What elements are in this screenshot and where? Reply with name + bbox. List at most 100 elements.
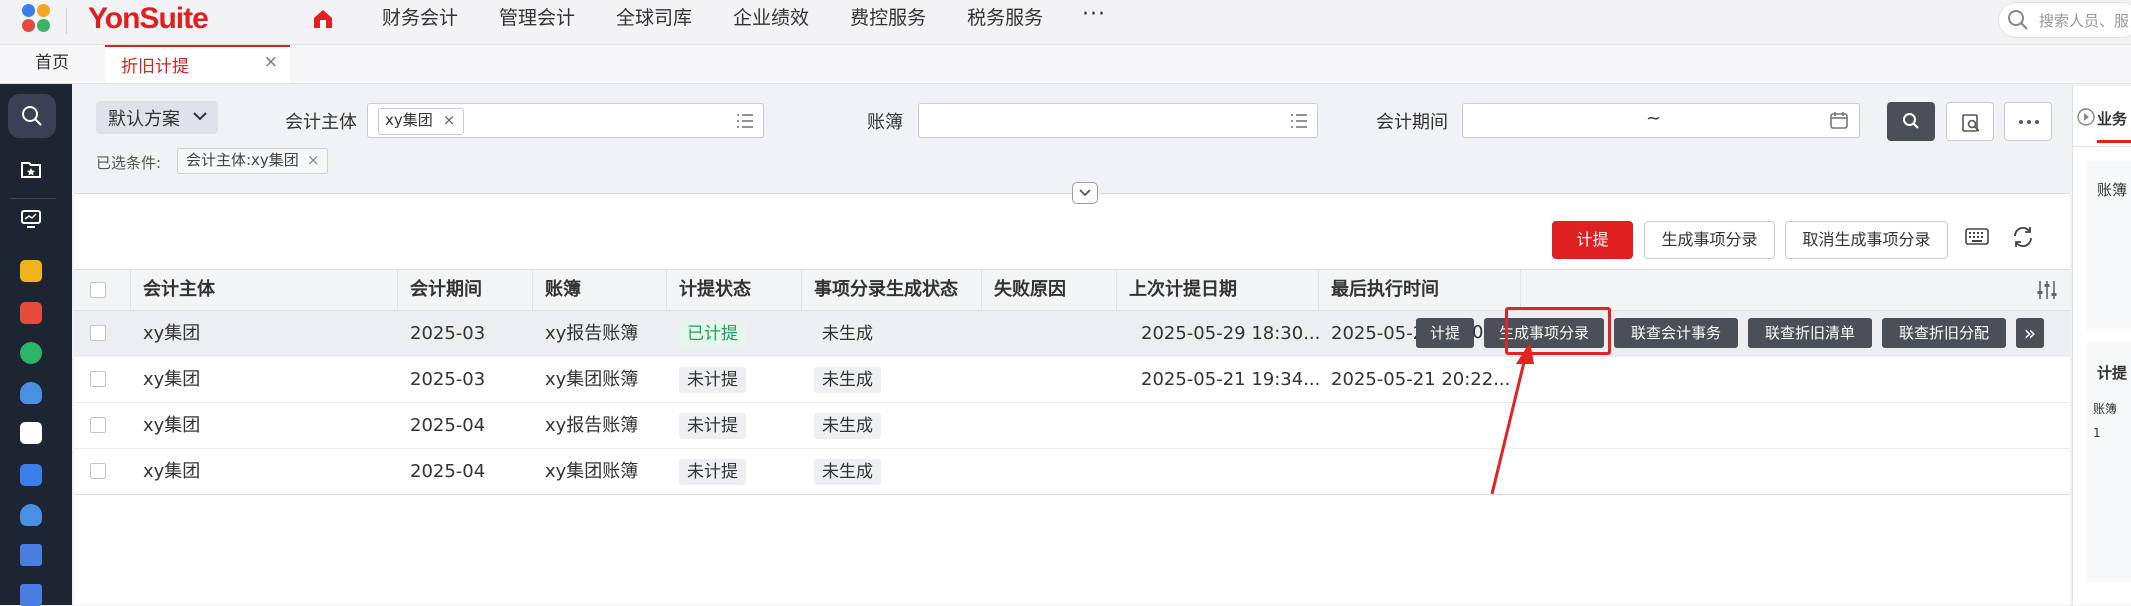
left-rail [0,84,72,606]
app-icon-yellow[interactable] [20,260,42,282]
cell-last-accrual-date: 2025-05-21 19:34... [1141,369,1321,390]
period-range-field[interactable]: ~ [1462,103,1860,138]
rail-divider [10,198,56,199]
home-icon[interactable] [312,8,334,30]
divider [66,8,67,34]
app-grid-icon[interactable] [22,4,52,34]
cell-period: 2025-04 [410,415,486,436]
table-row[interactable]: xy集团 2025-04 xy报告账簿 未计提 未生成 [74,403,2070,449]
refresh-icon[interactable] [2011,226,2035,248]
app-icon-blue[interactable] [20,464,42,486]
app-icon-calendar[interactable] [20,422,42,444]
cell-book: xy集团账簿 [545,461,639,482]
row-query-accounting-button[interactable]: 联查会计事务 [1614,318,1738,348]
collapse-panel-icon[interactable] [2077,108,2095,126]
monitor-icon[interactable] [20,208,42,230]
nav-item-performance[interactable]: 企业绩效 [733,0,809,44]
close-icon[interactable]: × [264,52,278,72]
close-icon[interactable]: × [307,151,320,169]
nav-item-expense[interactable]: 费控服务 [850,0,926,44]
document-icon[interactable] [20,544,42,566]
selected-conditions-label: 已选条件: [96,154,162,172]
right-panel-title: 业务 [2097,110,2128,128]
panel-section: 账簿 [2087,161,2131,331]
more-options-button[interactable] [2004,102,2052,141]
cancel-generate-entry-button[interactable]: 取消生成事项分录 [1785,221,1948,259]
selected-condition-chip: 会计主体:xy集团 × [177,148,329,174]
col-last-exec-time[interactable]: 最后执行时间 [1319,270,1521,310]
col-entry-status[interactable]: 事项分录生成状态 [802,270,982,310]
cell-book: xy报告账簿 [545,415,639,436]
nav-item-management-accounting[interactable]: 管理会计 [499,0,575,44]
book-field[interactable] [918,103,1318,138]
col-book[interactable]: 账簿 [533,270,667,310]
nav-item-tax[interactable]: 税务服务 [967,0,1043,44]
accrue-button[interactable]: 计提 [1552,221,1633,259]
row-checkbox[interactable] [90,371,106,387]
col-period[interactable]: 会计期间 [398,270,533,310]
row-checkbox[interactable] [90,417,106,433]
collapse-filter-button[interactable] [1072,182,1098,204]
cell-accrual-status: 未计提 [667,449,746,495]
keyboard-icon[interactable] [1965,226,1989,246]
cell-entry-status: 未生成 [802,403,881,449]
scheme-dropdown[interactable]: 默认方案 [96,101,218,134]
tab-label: 折旧计提 [121,57,189,77]
list-icon[interactable] [736,113,754,129]
col-failure-reason[interactable]: 失败原因 [982,270,1117,310]
col-accrual-status[interactable]: 计提状态 [667,270,802,310]
search-button[interactable] [1887,102,1935,141]
filter-settings-button[interactable] [1946,102,1994,141]
panel-label: 计提 [2097,364,2128,382]
nav-item-financial-accounting[interactable]: 财务会计 [382,0,458,44]
selected-condition-text: 会计主体:xy集团 [186,151,299,169]
app-icon-red[interactable] [20,302,42,324]
nav-item-global-treasury[interactable]: 全球司库 [616,0,692,44]
column-settings-icon[interactable] [2036,280,2058,300]
top-nav: 财务会计 管理会计 全球司库 企业绩效 费控服务 税务服务 [382,0,1084,44]
app-icon-green[interactable] [20,342,42,364]
status-badge: 未生成 [814,321,881,347]
row-actions-more-button[interactable]: » [2016,318,2044,348]
search-icon [2008,10,2028,30]
period-label: 会计期间 [1376,112,1448,133]
brand-logo: YonSuite [88,2,209,35]
rail-search-button[interactable] [8,94,56,138]
cloud-icon[interactable] [20,504,42,526]
tab-home[interactable]: 首页 [0,45,104,83]
table-row[interactable]: xy集团 2025-04 xy集团账簿 未计提 未生成 [74,449,2070,495]
col-entity[interactable]: 会计主体 [131,270,398,310]
cloud-icon[interactable] [20,382,42,404]
entity-chip: xy集团 × [378,108,465,135]
tab-depreciation[interactable]: 折旧计提 × [105,45,290,83]
generate-entry-button[interactable]: 生成事项分录 [1644,221,1775,259]
panel-label: 1 [2093,426,2101,440]
row-checkbox[interactable] [90,325,106,341]
row-query-depreciation-allocation-button[interactable]: 联查折旧分配 [1882,318,2006,348]
row-query-depreciation-list-button[interactable]: 联查折旧清单 [1748,318,1872,348]
close-icon[interactable]: × [443,111,456,129]
table-row[interactable]: xy集团 2025-03 xy集团账簿 未计提 未生成 2025-05-21 1… [74,357,2070,403]
cell-entry-status: 未生成 [802,449,881,495]
search-icon [22,106,42,126]
report-icon[interactable] [20,584,42,606]
entity-field[interactable]: xy集团 × [367,103,764,138]
search-settings-icon [1962,114,1980,132]
cell-period: 2025-03 [410,323,486,344]
row-checkbox[interactable] [90,463,106,479]
status-badge: 未计提 [679,413,746,439]
favorites-folder-icon[interactable] [20,158,42,180]
more-menu-button[interactable]: ··· [1082,2,1106,27]
status-badge: 已计提 [679,321,746,347]
col-last-accrual-date[interactable]: 上次计提日期 [1117,270,1319,310]
calendar-icon[interactable] [1829,110,1849,130]
ellipsis-icon [2019,120,2039,124]
table-row[interactable]: xy集团 2025-03 xy报告账簿 已计提 未生成 2025-05-29 1… [74,311,2070,357]
status-badge: 未计提 [679,459,746,485]
row-accrue-button[interactable]: 计提 [1416,318,1474,348]
cell-book: xy报告账簿 [545,323,639,344]
period-range-separator: ~ [1646,108,1662,129]
global-search-input[interactable]: 搜索人员、服 [1998,2,2131,38]
list-icon[interactable] [1290,113,1308,129]
cell-accrual-status: 已计提 [667,311,746,357]
